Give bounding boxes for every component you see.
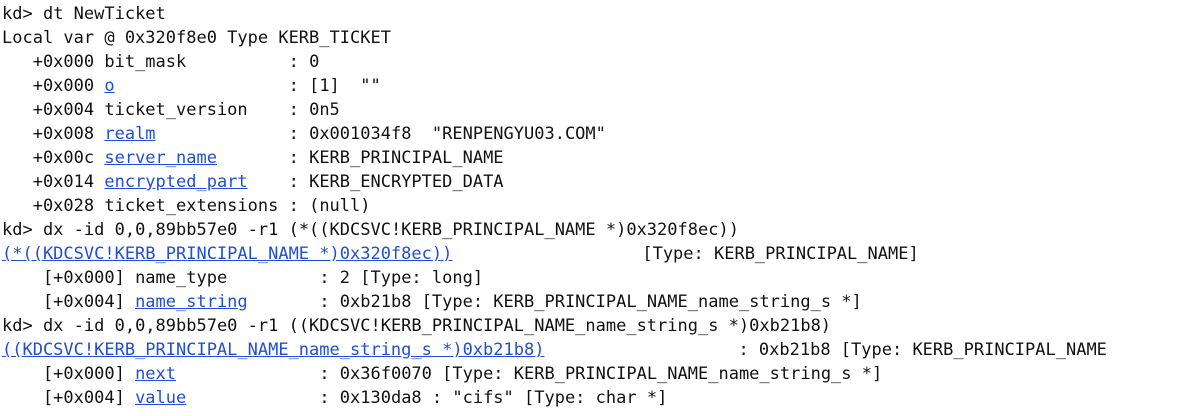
field-offset: [+0x004]	[2, 388, 136, 408]
field-name[interactable]: realm	[104, 124, 155, 144]
field-offset: +0x014	[2, 172, 105, 192]
command-line-dx2: kd> dx -id 0,0,89bb57e0 -r1 ((KDCSVC!KER…	[2, 314, 1198, 338]
field-row: [+0x000] next : 0x36f0070 [Type: KERB_PR…	[2, 362, 1198, 386]
field-padding	[186, 52, 288, 72]
field-value: : 2 [Type: long]	[319, 268, 484, 288]
field-value: : 0xb21b8 [Type: KERB_PRINCIPAL_NAME_nam…	[319, 292, 862, 312]
field-value: : 0x001034f8 "RENPENGYU03.COM"	[288, 124, 606, 144]
command-text: dx -id 0,0,89bb57e0 -r1 (*((KDCSVC!KERB_…	[42, 220, 739, 240]
debugger-console-output: kd> dt NewTicket Local var @ 0x320f8e0 T…	[2, 2, 1198, 414]
field-value: : 0	[288, 52, 320, 72]
field-value: : 0x130da8 : "cifs" [Type: char *]	[319, 388, 668, 408]
field-name[interactable]: name_string	[135, 292, 248, 312]
dx2-expression-link[interactable]: ((KDCSVC!KERB_PRINCIPAL_NAME_name_string…	[2, 340, 544, 360]
field-offset: +0x00c	[2, 148, 105, 168]
field-offset: [+0x000]	[2, 268, 136, 288]
prompt: kd>	[2, 316, 43, 336]
field-row: +0x00c server_name : KERB_PRINCIPAL_NAME	[2, 146, 1198, 170]
field-row: +0x028 ticket_extensions : (null)	[2, 194, 1198, 218]
dx1-children: [+0x000] name_type : 2 [Type: long] [+0x…	[2, 266, 1198, 314]
field-offset: [+0x004]	[2, 292, 136, 312]
dx2-result-header: ((KDCSVC!KERB_PRINCIPAL_NAME_name_string…	[2, 338, 1198, 362]
field-row: [+0x004] name_string : 0xb21b8 [Type: KE…	[2, 290, 1198, 314]
field-value: : 0x36f0070 [Type: KERB_PRINCIPAL_NAME_n…	[319, 364, 883, 384]
kerb-ticket-fields: +0x000 bit_mask : 0 +0x000 o : [1] "" +0…	[2, 50, 1198, 218]
prompt: kd>	[2, 220, 43, 240]
field-name: ticket_version	[104, 100, 248, 120]
field-offset: +0x004	[2, 100, 105, 120]
dx2-type-text: : 0xb21b8 [Type: KERB_PRINCIPAL_NAME	[738, 340, 1107, 360]
field-padding	[156, 124, 289, 144]
prompt: kd>	[2, 4, 43, 24]
field-name[interactable]: next	[135, 364, 176, 384]
local-var-line: Local var @ 0x320f8e0 Type KERB_TICKET	[2, 28, 391, 48]
field-padding	[217, 148, 289, 168]
command-line-dt: kd> dt NewTicket	[2, 2, 1198, 26]
command-text: dt NewTicket	[42, 4, 166, 24]
dx1-expression-link[interactable]: (*((KDCSVC!KERB_PRINCIPAL_NAME *)0x320f8…	[2, 244, 452, 264]
field-padding	[248, 172, 289, 192]
field-padding	[176, 364, 319, 384]
field-name[interactable]: o	[104, 76, 114, 96]
field-name: ticket_extensions	[104, 196, 279, 216]
field-padding	[278, 196, 288, 216]
field-padding	[248, 292, 320, 312]
field-row: +0x004 ticket_version : 0n5	[2, 98, 1198, 122]
dx1-result-header: (*((KDCSVC!KERB_PRINCIPAL_NAME *)0x320f8…	[2, 242, 1198, 266]
field-padding	[227, 268, 319, 288]
field-offset: +0x000	[2, 52, 105, 72]
field-row: +0x014 encrypted_part : KERB_ENCRYPTED_D…	[2, 170, 1198, 194]
field-value: : 0n5	[288, 100, 340, 120]
field-value: : KERB_PRINCIPAL_NAME	[288, 148, 504, 168]
field-padding	[248, 100, 289, 120]
field-offset: +0x000	[2, 76, 105, 96]
field-row: [+0x000] name_type : 2 [Type: long]	[2, 266, 1198, 290]
field-offset: [+0x000]	[2, 364, 136, 384]
field-row: +0x000 bit_mask : 0	[2, 50, 1198, 74]
command-text: dx -id 0,0,89bb57e0 -r1 ((KDCSVC!KERB_PR…	[42, 316, 832, 336]
field-padding	[115, 76, 289, 96]
field-row: +0x008 realm : 0x001034f8 "RENPENGYU03.C…	[2, 122, 1198, 146]
field-name: name_type	[135, 268, 228, 288]
field-name: bit_mask	[104, 52, 187, 72]
field-value: : KERB_ENCRYPTED_DATA	[288, 172, 504, 192]
field-name[interactable]: server_name	[104, 148, 217, 168]
field-offset: +0x028	[2, 196, 105, 216]
field-offset: +0x008	[2, 124, 105, 144]
dx2-children: [+0x000] next : 0x36f0070 [Type: KERB_PR…	[2, 362, 1198, 410]
field-value: : (null)	[288, 196, 371, 216]
field-row: [+0x004] value : 0x130da8 : "cifs" [Type…	[2, 386, 1198, 410]
field-padding	[186, 388, 319, 408]
dx1-type-text: [Type: KERB_PRINCIPAL_NAME]	[642, 244, 919, 264]
field-name[interactable]: encrypted_part	[104, 172, 247, 192]
field-name[interactable]: value	[135, 388, 186, 408]
field-row: +0x000 o : [1] ""	[2, 74, 1198, 98]
command-line-dx1: kd> dx -id 0,0,89bb57e0 -r1 (*((KDCSVC!K…	[2, 218, 1198, 242]
field-value: : [1] ""	[288, 76, 381, 96]
